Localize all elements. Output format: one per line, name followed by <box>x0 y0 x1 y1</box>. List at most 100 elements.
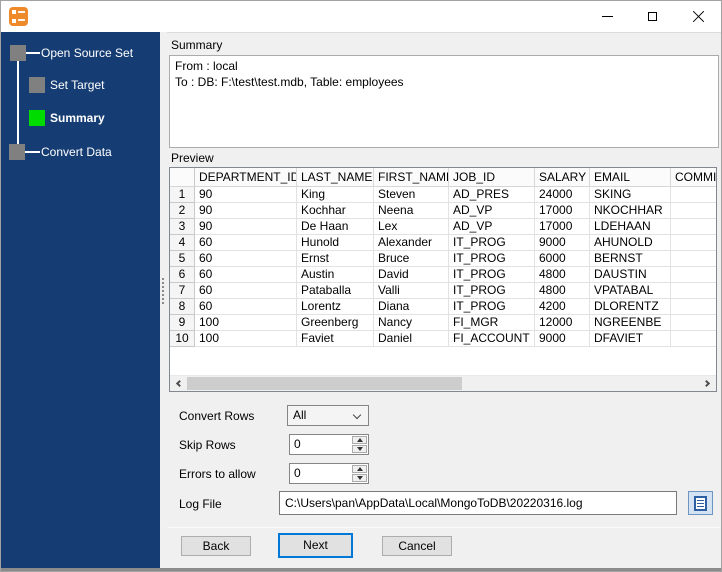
horizontal-scrollbar[interactable] <box>170 375 716 391</box>
row-number-cell: 4 <box>170 235 195 251</box>
table-cell: IT_PROG <box>449 267 535 283</box>
skip-rows-stepper[interactable]: 0 <box>289 434 369 455</box>
table-cell: 60 <box>195 299 297 315</box>
arrow-down-icon <box>356 447 363 451</box>
sidebar-step-set-target: Set Target <box>50 78 105 92</box>
table-cell: NKOCHHAR <box>590 203 671 219</box>
skip-rows-increment-button[interactable] <box>352 436 367 444</box>
table-cell <box>671 219 716 235</box>
summary-section-label: Summary <box>171 38 223 52</box>
table-row[interactable]: 7 60 Pataballa Valli IT_PROG 4800 VPATABAL <box>170 283 716 299</box>
document-icon <box>694 495 707 511</box>
column-header-job-id[interactable]: JOB_ID <box>449 168 535 187</box>
row-number-cell: 8 <box>170 299 195 315</box>
column-header-first-name[interactable]: FIRST_NAME <box>374 168 449 187</box>
sidebar-step-open-source-set: Open Source Set <box>41 46 134 60</box>
table-cell: IT_PROG <box>449 251 535 267</box>
chevron-down-icon <box>352 410 362 420</box>
column-header-email[interactable]: EMAIL <box>590 168 671 187</box>
table-cell: AD_PRES <box>449 187 535 203</box>
table-cell: 90 <box>195 187 297 203</box>
table-cell: 12000 <box>535 315 590 331</box>
table-row[interactable]: 8 60 Lorentz Diana IT_PROG 4200 DLORENTZ <box>170 299 716 315</box>
sidebar-step-convert-data: Convert Data <box>41 145 112 159</box>
column-header-last-name[interactable]: LAST_NAME <box>297 168 374 187</box>
table-cell: 100 <box>195 315 297 331</box>
table-row[interactable]: 6 60 Austin David IT_PROG 4800 DAUSTIN <box>170 267 716 283</box>
table-cell: Alexander <box>374 235 449 251</box>
table-cell: 9000 <box>535 235 590 251</box>
window-bottom-border <box>1 568 721 571</box>
table-cell: AD_VP <box>449 203 535 219</box>
table-cell: IT_PROG <box>449 235 535 251</box>
row-number-cell: 3 <box>170 219 195 235</box>
table-cell <box>671 251 716 267</box>
row-number-cell: 5 <box>170 251 195 267</box>
footer-separator <box>167 527 721 528</box>
scrollbar-thumb[interactable] <box>187 377 462 390</box>
convert-rows-select[interactable]: All <box>287 405 369 426</box>
table-cell: 60 <box>195 251 297 267</box>
table-cell <box>671 203 716 219</box>
scroll-left-button[interactable] <box>170 376 187 391</box>
table-cell: VPATABAL <box>590 283 671 299</box>
log-file-input[interactable]: C:\Users\pan\AppData\Local\MongoToDB\202… <box>279 491 677 515</box>
table-cell: Austin <box>297 267 374 283</box>
table-cell: 17000 <box>535 219 590 235</box>
maximize-icon <box>647 12 657 21</box>
skip-rows-value: 0 <box>294 437 301 451</box>
table-cell: De Haan <box>297 219 374 235</box>
table-cell <box>671 187 716 203</box>
step-marker-summary-active <box>29 110 45 126</box>
errors-decrement-button[interactable] <box>352 474 367 482</box>
minimize-button[interactable] <box>590 1 624 32</box>
open-log-file-button[interactable] <box>688 491 713 515</box>
splitter-grip-icon <box>162 278 164 306</box>
arrow-down-icon <box>356 476 363 480</box>
back-button[interactable]: Back <box>181 536 251 556</box>
errors-to-allow-stepper[interactable]: 0 <box>289 463 369 484</box>
table-cell: Lex <box>374 219 449 235</box>
cancel-button[interactable]: Cancel <box>382 536 452 556</box>
close-button[interactable] <box>681 1 715 32</box>
step-marker-open-source-set <box>10 45 26 61</box>
table-cell: Bruce <box>374 251 449 267</box>
wizard-steps-sidebar: Open Source Set Set Target Summary Conve… <box>1 32 160 568</box>
step-marker-convert-data <box>9 144 25 160</box>
table-cell: King <box>297 187 374 203</box>
step-marker-set-target <box>29 77 45 93</box>
table-row[interactable]: 5 60 Ernst Bruce IT_PROG 6000 BERNST <box>170 251 716 267</box>
minimize-icon <box>601 16 613 17</box>
table-row[interactable]: 2 90 Kochhar Neena AD_VP 17000 NKOCHHAR <box>170 203 716 219</box>
table-row[interactable]: 3 90 De Haan Lex AD_VP 17000 LDEHAAN <box>170 219 716 235</box>
table-row[interactable]: 9 100 Greenberg Nancy FI_MGR 12000 NGREENBE <box>170 315 716 331</box>
column-header-salary[interactable]: SALARY <box>535 168 590 187</box>
table-cell: David <box>374 267 449 283</box>
titlebar[interactable] <box>1 1 721 32</box>
table-cell: Nancy <box>374 315 449 331</box>
table-cell: Faviet <box>297 331 374 347</box>
row-number-cell: 1 <box>170 187 195 203</box>
table-cell: 60 <box>195 235 297 251</box>
errors-increment-button[interactable] <box>352 465 367 473</box>
column-header-commission[interactable]: COMMISSION_PCT <box>671 168 716 187</box>
column-header-rownum[interactable] <box>170 168 195 187</box>
table-cell <box>671 315 716 331</box>
table-row[interactable]: 4 60 Hunold Alexander IT_PROG 9000 AHUNOLD <box>170 235 716 251</box>
table-row[interactable]: 10 100 Faviet Daniel FI_ACCOUNT 9000 DFAVIET <box>170 331 716 347</box>
sidebar-splitter[interactable] <box>160 32 167 568</box>
step-connector-line <box>25 151 40 153</box>
scroll-right-button[interactable] <box>699 376 716 391</box>
column-header-department-id[interactable]: DEPARTMENT_ID <box>195 168 297 187</box>
row-number-cell: 10 <box>170 331 195 347</box>
table-row[interactable]: 1 90 King Steven AD_PRES 24000 SKING <box>170 187 716 203</box>
log-file-label: Log File <box>179 497 222 511</box>
table-cell: DLORENTZ <box>590 299 671 315</box>
table-cell <box>671 331 716 347</box>
next-button[interactable]: Next <box>278 533 353 558</box>
errors-to-allow-value: 0 <box>294 466 301 480</box>
errors-to-allow-label: Errors to allow <box>179 467 256 481</box>
table-cell: Kochhar <box>297 203 374 219</box>
skip-rows-decrement-button[interactable] <box>352 445 367 453</box>
maximize-button[interactable] <box>635 1 669 32</box>
